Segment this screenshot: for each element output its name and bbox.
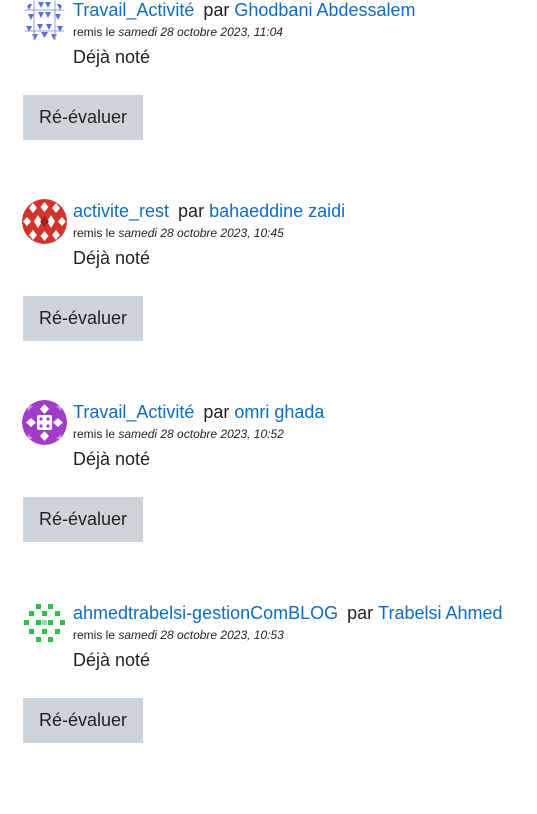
submitted-date-value: samedi 28 octobre 2023, 10:53 [118,628,284,642]
submission-title-link[interactable]: ahmedtrabelsi-gestionComBLOG [73,603,338,623]
regrade-button[interactable]: Ré-évaluer [23,95,143,140]
submission-title-link[interactable]: Travail_Activité [73,402,194,422]
submission-title-line: activite_rest par bahaeddine zaidi [73,199,345,223]
author-link[interactable]: Trabelsi Ahmed [378,603,502,623]
grading-status: Déjà noté [73,650,151,670]
by-label: par [203,0,230,20]
submitted-date: remis le samedi 28 octobre 2023, 10:52 [73,426,284,442]
regrade-button[interactable]: Ré-évaluer [23,698,143,743]
avatar[interactable] [22,199,67,244]
submitted-prefix: remis le [73,226,116,240]
identicon-red-icon [22,199,67,244]
submission-title-line: ahmedtrabelsi-gestionComBLOG par Trabelsi … [73,601,503,625]
regrade-button[interactable]: Ré-évaluer [23,296,143,341]
grading-status: Déjà noté [73,248,151,268]
grading-status: Déjà noté [73,47,151,67]
submitted-date-value: samedi 28 octobre 2023, 11:04 [118,25,283,39]
avatar[interactable] [22,0,67,43]
avatar[interactable] [22,601,67,646]
identicon-green-icon [22,601,67,646]
submission-title-link[interactable]: Travail_Activité [73,0,194,20]
submitted-prefix: remis le [73,628,116,642]
author-link[interactable]: Ghodbani Abdessalem [234,0,415,20]
identicon-blue-icon [22,0,67,43]
author-link[interactable]: bahaeddine zaidi [209,201,345,221]
avatar[interactable] [22,400,67,445]
submission-title-line: Travail_Activité par omri ghada [73,400,324,424]
submission-title-link[interactable]: activite_rest [73,201,169,221]
submission-list: Travail_Activité par Ghodbani Abdessalem r… [0,0,537,814]
by-label: par [203,402,230,422]
submitted-date: remis le samedi 28 octobre 2023, 10:53 [73,627,284,643]
submitted-date: remis le samedi 28 octobre 2023, 10:45 [73,225,284,241]
submitted-date-value: samedi 28 octobre 2023, 10:52 [118,427,284,441]
by-label: par [178,201,205,221]
submission-title-line: Travail_Activité par Ghodbani Abdessalem [73,0,416,22]
by-label: par [347,603,374,623]
grading-status: Déjà noté [73,449,151,469]
submitted-date: remis le samedi 28 octobre 2023, 11:04 [73,24,283,40]
submitted-date-value: samedi 28 octobre 2023, 10:45 [118,226,284,240]
submitted-prefix: remis le [73,427,116,441]
submitted-prefix: remis le [73,25,116,39]
identicon-purple-icon [22,400,67,445]
regrade-button[interactable]: Ré-évaluer [23,497,143,542]
author-link[interactable]: omri ghada [234,402,324,422]
